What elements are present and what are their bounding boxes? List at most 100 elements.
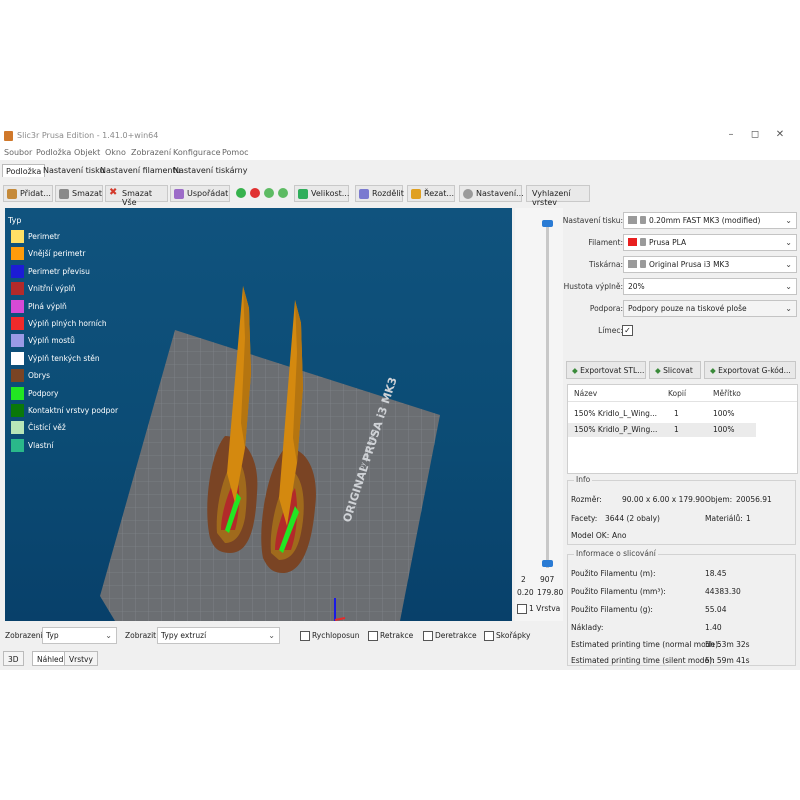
menu-file[interactable]: Soubor <box>4 148 32 157</box>
menu-plater[interactable]: Podložka <box>36 148 71 157</box>
brim-label: Límec: <box>598 326 623 335</box>
unretractions-checkbox[interactable]: Deretrakce <box>423 631 477 641</box>
legend-label: Obrys <box>28 371 51 381</box>
object-list[interactable]: Název Kopií Měřítko 150% Kridlo_L_Wing..… <box>567 384 798 474</box>
table-row-name[interactable]: 150% Kridlo_L_Wing... <box>574 409 657 418</box>
retractions-checkbox[interactable]: Retrakce <box>368 631 413 641</box>
legend-label: Podpory <box>28 388 59 398</box>
export-stl-label: Exportovat STL... <box>580 366 645 375</box>
view-type-label: Zobrazení <box>5 631 43 640</box>
settings-button[interactable]: Nastavení... <box>459 185 524 202</box>
tab-layers[interactable]: Vrstvy <box>64 651 98 666</box>
add-instance-icon[interactable] <box>236 188 246 198</box>
col-copies-header[interactable]: Kopií <box>668 389 686 398</box>
close-icon[interactable]: ✕ <box>772 129 788 140</box>
layer-slider-bottom-thumb[interactable] <box>542 560 553 567</box>
menu-object[interactable]: Objekt <box>74 148 100 157</box>
legend-swatch <box>11 299 24 313</box>
brim-row: Límec: ✓ <box>563 322 800 340</box>
top-layer-height: 179.80 <box>537 588 564 597</box>
printer-select[interactable]: Original Prusa i3 MK3 ⌄ <box>623 256 797 273</box>
col-scale-header[interactable]: Měřítko <box>713 389 741 398</box>
table-row-name[interactable]: 150% Kridlo_P_Wing... <box>574 425 657 434</box>
brim-checkbox[interactable]: ✓ <box>622 325 633 336</box>
filament-select[interactable]: Prusa PLA ⌄ <box>623 234 797 251</box>
menu-view[interactable]: Zobrazení <box>131 148 171 157</box>
tab-plater[interactable]: Podložka <box>2 164 46 177</box>
scale-button[interactable]: Velikost... <box>294 185 349 202</box>
layer-slider-track[interactable] <box>546 222 549 568</box>
support-select[interactable]: Podpory pouze na tiskové ploše ⌄ <box>623 300 797 317</box>
delete-all-button[interactable]: ✖ Smazat Vše <box>105 185 168 207</box>
preview-options-bar: Zobrazení Typ ⌄ Zobrazit Typy extruzí ⌄ … <box>5 626 555 646</box>
minimize-icon[interactable]: – <box>723 129 739 140</box>
col-name-header[interactable]: Název <box>574 389 597 398</box>
tab-printer-settings[interactable]: Nastavení tiskárny <box>170 164 250 177</box>
infill-select[interactable]: 20% ⌄ <box>623 278 797 295</box>
maximize-icon[interactable]: ◻ <box>747 129 763 140</box>
arrange-button[interactable]: Uspořádat <box>170 185 230 202</box>
menu-configuration[interactable]: Konfigurace <box>173 148 221 157</box>
legend-label: Perimetr <box>28 232 60 241</box>
menu-help[interactable]: Pomoc <box>222 148 249 157</box>
manifold-label: Model OK: <box>571 531 610 540</box>
shells-checkbox[interactable]: Skořápky <box>484 631 530 641</box>
filament-label: Filament: <box>588 238 623 247</box>
remove-instance-icon[interactable] <box>250 188 260 198</box>
extrusion-legend: Typ Perimetr Vnější perimetr Perimetr př… <box>8 216 118 456</box>
slicing-row-value: 55.04 <box>705 605 727 614</box>
infill-value: 20% <box>628 282 645 291</box>
slicing-row-value: 1.40 <box>705 623 722 632</box>
chevron-down-icon: ⌄ <box>785 238 792 247</box>
layer-editing-button[interactable]: Vyhlazení vrstev <box>526 185 590 207</box>
legend-item: Kontaktní vrstvy podpor <box>8 403 118 421</box>
retractions-checkbox-box <box>368 631 378 641</box>
slice-button[interactable]: ◆ Slicovat <box>649 361 701 379</box>
facets-label: Facety: <box>571 514 598 523</box>
table-row-scale[interactable]: 100% <box>713 409 734 418</box>
legend-label: Čistící věž <box>28 423 66 433</box>
slicing-row-value: 44383.30 <box>705 587 741 596</box>
show-value: Typy extruzí <box>161 631 207 640</box>
tab-3d[interactable]: 3D <box>3 651 24 666</box>
infill-label: Hustota výplně: <box>563 282 623 291</box>
legend-label: Výplň tenkých stěn <box>28 353 100 363</box>
table-row-copies[interactable]: 1 <box>674 425 679 434</box>
rotate-cw-icon[interactable] <box>278 188 288 198</box>
layer-slider-top-thumb[interactable] <box>542 220 553 227</box>
menu-window[interactable]: Okno <box>105 148 126 157</box>
legend-item: Obrys <box>8 369 50 386</box>
print-settings-select[interactable]: 0.20mm FAST MK3 (modified) ⌄ <box>623 212 797 229</box>
legend-item: Vnější perimetr <box>8 247 85 264</box>
one-layer-checkbox[interactable]: 1 Vrstva <box>517 604 560 614</box>
printer-label: Tiskárna: <box>589 260 623 269</box>
view-type-select[interactable]: Typ ⌄ <box>42 627 117 644</box>
cut-button[interactable]: Řezat... <box>407 185 455 202</box>
show-extrusion-types-select[interactable]: Typy extruzí ⌄ <box>157 627 280 644</box>
split-button-label: Rozdělit <box>372 189 404 198</box>
unretractions-checkbox-label: Deretrakce <box>435 631 477 640</box>
add-button[interactable]: Přidat... <box>3 185 53 202</box>
table-row-scale[interactable]: 100% <box>713 425 734 434</box>
lock-icon <box>640 216 646 224</box>
add-object-icon <box>7 189 17 199</box>
main-tabs: Podložka Nastavení tisku Nastavení filam… <box>0 164 800 178</box>
show-label: Zobrazit <box>125 631 157 640</box>
slicing-row-label: Náklady: <box>571 623 604 632</box>
layer-editing-label: Vyhlazení vrstev <box>532 189 571 207</box>
legend-item: Perimetr převisu <box>8 264 90 282</box>
tab-preview[interactable]: Náhled <box>32 651 69 666</box>
title-bar: Slic3r Prusa Edition - 1.41.0+win64 – ◻ … <box>0 126 800 146</box>
delete-button[interactable]: Smazat <box>55 185 103 202</box>
split-button[interactable]: Rozdělit <box>355 185 404 202</box>
export-stl-button[interactable]: ◆ Exportovat STL... <box>566 361 646 379</box>
export-gcode-button[interactable]: ◆ Exportovat G-kód... <box>704 361 796 379</box>
legend-label: Výplň plných horních <box>28 318 107 328</box>
arrange-button-label: Uspořádat <box>187 189 229 198</box>
travel-checkbox[interactable]: Rychloposun <box>300 631 360 641</box>
legend-swatch <box>11 316 24 330</box>
table-row-copies[interactable]: 1 <box>674 409 679 418</box>
rotate-ccw-icon[interactable] <box>264 188 274 198</box>
legend-swatch <box>11 334 24 348</box>
3d-preview-canvas[interactable]: ORIGINAL PRUSA i3 MK3 by Josef Prusa Typ… <box>5 208 512 621</box>
